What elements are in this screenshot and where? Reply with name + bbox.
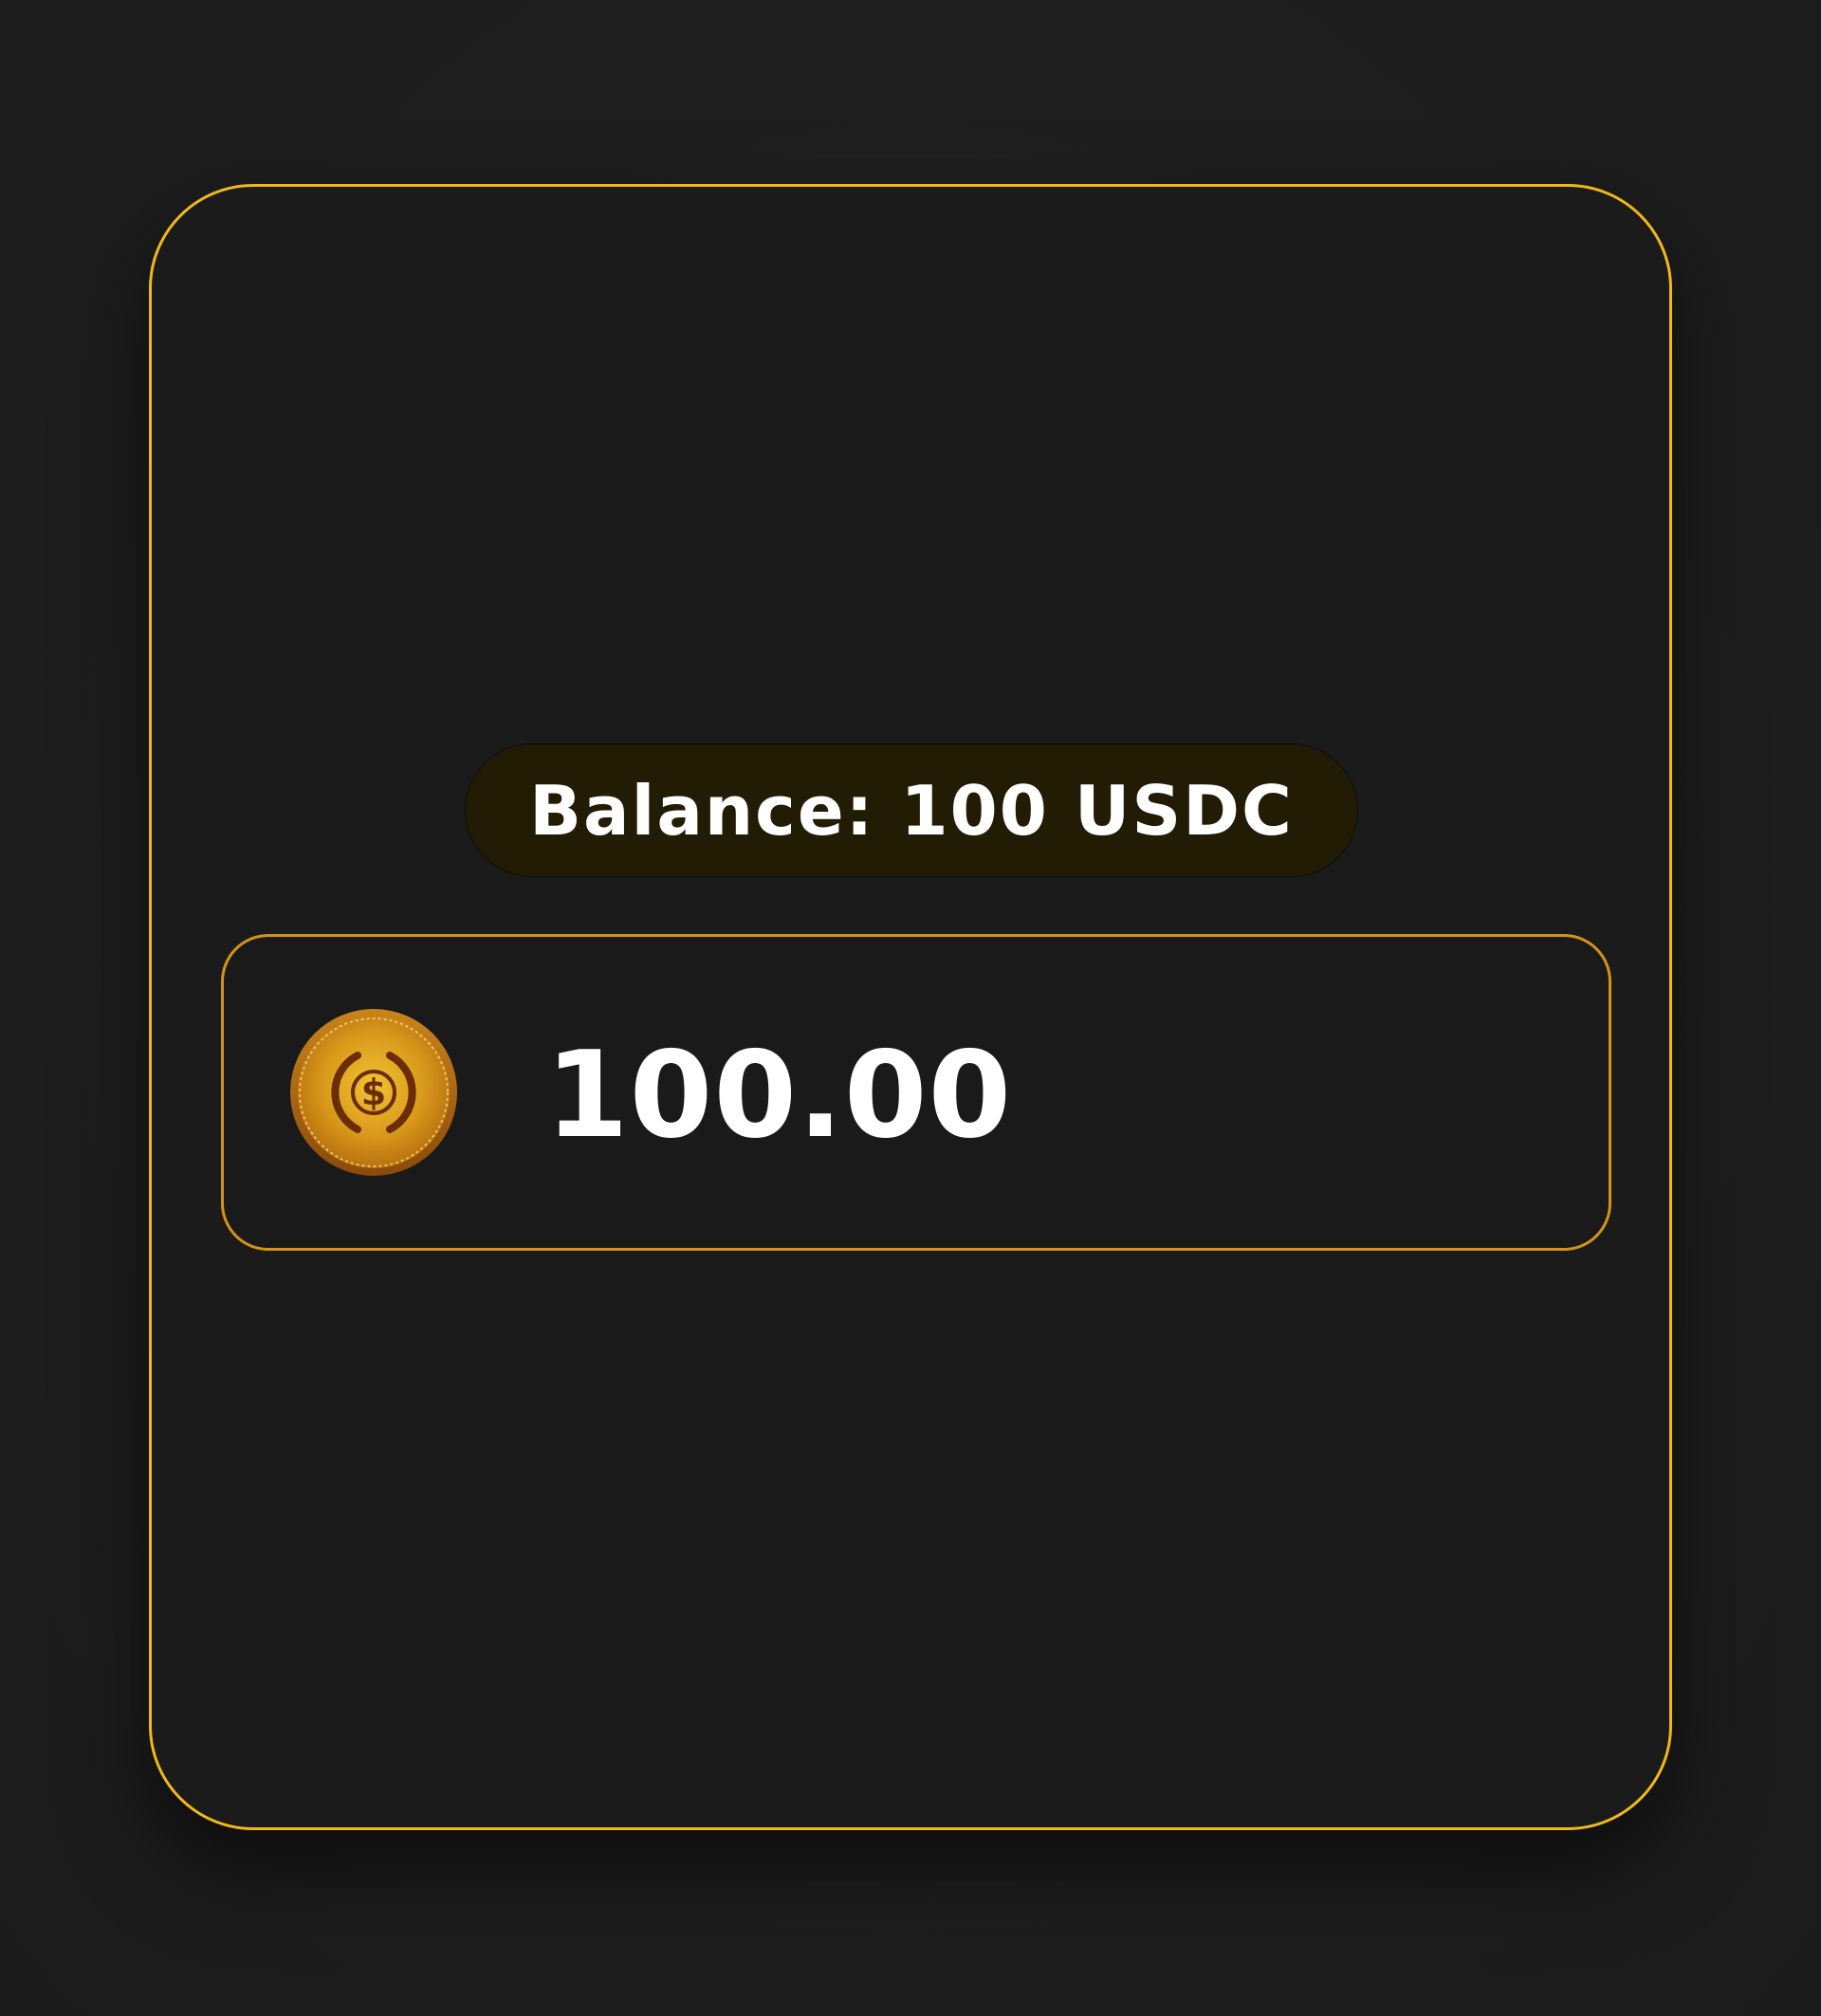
amount-input[interactable] [545, 1024, 1399, 1166]
page: Balance: 100 USDC $ [0, 0, 1821, 2016]
usdc-symbol: $ [361, 1072, 386, 1113]
balance-label: Balance: 100 USDC [529, 770, 1294, 851]
usdc-coin-icon: $ [290, 1009, 457, 1176]
balance-badge: Balance: 100 USDC [465, 743, 1358, 877]
